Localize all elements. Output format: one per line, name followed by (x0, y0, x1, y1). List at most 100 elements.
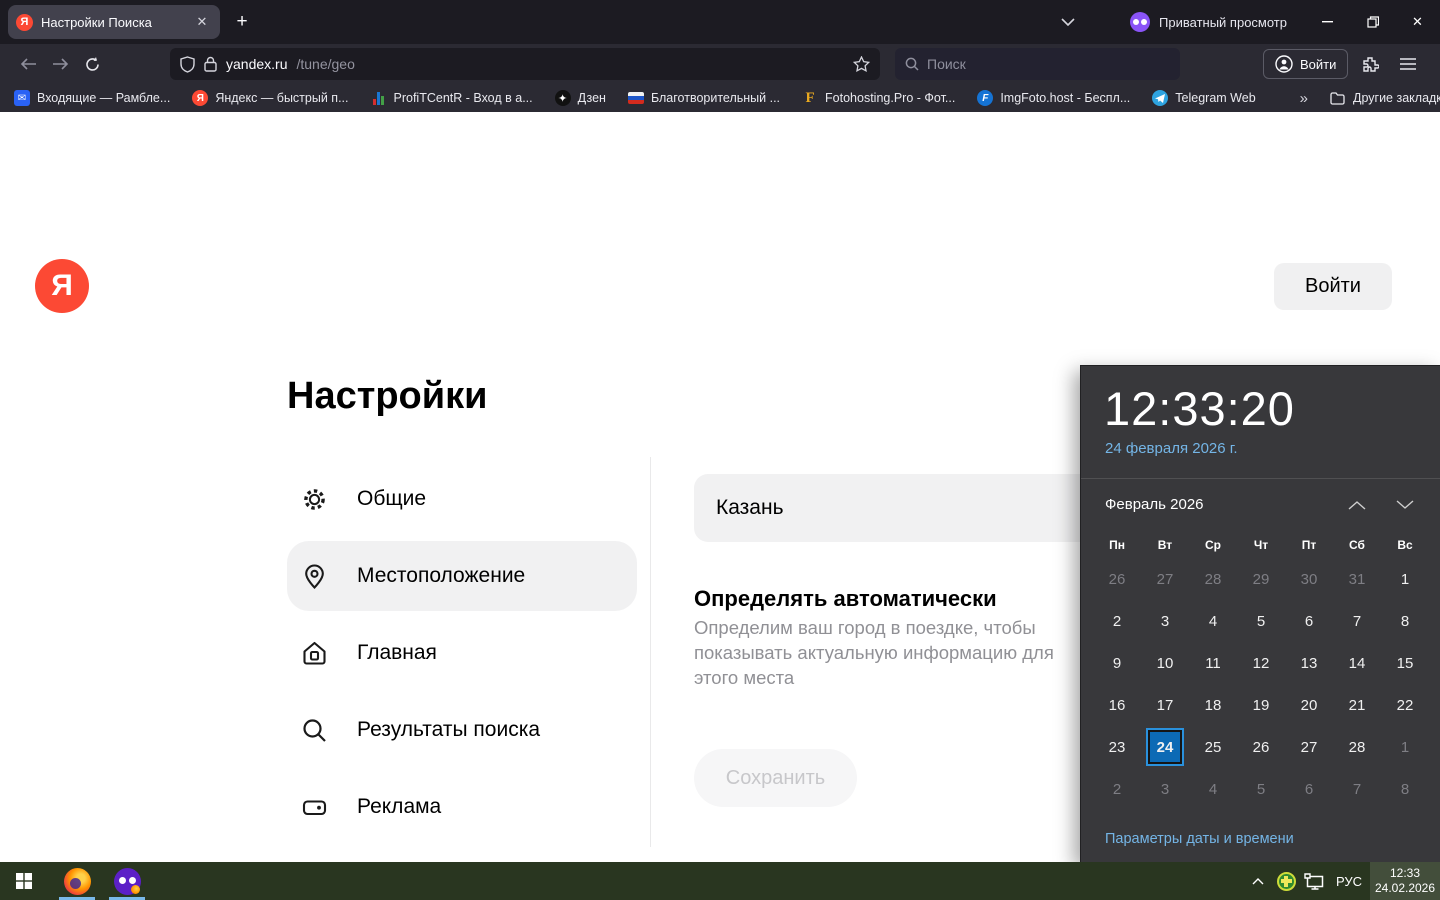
start-button[interactable] (0, 862, 48, 900)
tray-network-icon[interactable] (1300, 862, 1328, 900)
page-signin-button[interactable]: Войти (1274, 263, 1392, 310)
bookmark-item[interactable]: ✦ Дзен (554, 90, 606, 106)
calendar-day[interactable]: 2 (1093, 768, 1141, 810)
flyout-date-link[interactable]: 24 февраля 2026 г. (1105, 440, 1238, 457)
calendar-day[interactable]: 6 (1285, 768, 1333, 810)
calendar-day[interactable]: 13 (1285, 642, 1333, 684)
auto-detect-heading[interactable]: Определять автоматически (694, 586, 997, 612)
calendar-day[interactable]: 28 (1333, 726, 1381, 768)
tray-language-indicator[interactable]: РУС (1328, 862, 1370, 900)
tray-date: 24.02.2026 (1374, 881, 1436, 895)
calendar-day[interactable]: 18 (1189, 684, 1237, 726)
bookmark-item[interactable]: F Fotohosting.Pro - Фот... (802, 90, 955, 106)
calendar-day[interactable]: 26 (1093, 558, 1141, 600)
bookmarks-overflow-chevron-icon[interactable]: » (1300, 90, 1308, 107)
calendar-day[interactable]: 17 (1141, 684, 1189, 726)
calendar-day[interactable]: 26 (1237, 726, 1285, 768)
taskbar-firefox-button[interactable] (56, 862, 98, 900)
calendar-day[interactable]: 16 (1093, 684, 1141, 726)
tray-antivirus-icon[interactable] (1272, 862, 1300, 900)
calendar-day[interactable]: 3 (1141, 600, 1189, 642)
browser-tab[interactable]: Я Настройки Поиска ✕ (8, 5, 220, 39)
sidebar-item-pin[interactable]: Местоположение (287, 541, 637, 611)
lock-icon[interactable] (204, 56, 217, 72)
taskbar-firefox-private-button[interactable] (106, 862, 148, 900)
calendar-day[interactable]: 1 (1381, 558, 1429, 600)
calendar-day[interactable]: 23 (1093, 726, 1141, 768)
calendar-day[interactable]: 7 (1333, 600, 1381, 642)
calendar-day[interactable]: 25 (1189, 726, 1237, 768)
bookmark-star-icon[interactable] (853, 56, 870, 72)
calendar-day[interactable]: 28 (1189, 558, 1237, 600)
calendar-day[interactable]: 21 (1333, 684, 1381, 726)
search-placeholder: Поиск (927, 56, 966, 72)
calendar-day[interactable]: 3 (1141, 768, 1189, 810)
calendar-day-selected[interactable]: 24 (1141, 726, 1189, 768)
calendar-day[interactable]: 5 (1237, 600, 1285, 642)
calendar-prev-month-chevron-icon[interactable] (1342, 494, 1372, 516)
calendar-day[interactable]: 11 (1189, 642, 1237, 684)
calendar-day[interactable]: 30 (1285, 558, 1333, 600)
calendar-day[interactable]: 5 (1237, 768, 1285, 810)
calendar-day[interactable]: 1 (1381, 726, 1429, 768)
calendar-day[interactable]: 31 (1333, 558, 1381, 600)
sidebar-item-home[interactable]: Главная (287, 618, 637, 688)
calendar-day[interactable]: 12 (1237, 642, 1285, 684)
calendar-day[interactable]: 22 (1381, 684, 1429, 726)
calendar-day[interactable]: 8 (1381, 768, 1429, 810)
page-title: Настройки (287, 375, 488, 417)
calendar-day[interactable]: 4 (1189, 600, 1237, 642)
calendar-next-month-chevron-icon[interactable] (1390, 494, 1420, 516)
other-bookmarks-folder[interactable]: Другие закладки (1330, 90, 1440, 106)
bookmark-item[interactable]: Telegram Web (1152, 90, 1256, 106)
search-bar[interactable]: Поиск (895, 48, 1180, 80)
calendar-day[interactable]: 14 (1333, 642, 1381, 684)
bookmark-item[interactable]: ProfiTCentR - Вход в а... (371, 90, 533, 106)
calendar-day[interactable]: 29 (1237, 558, 1285, 600)
calendar-day-grid: 26 27 28 29 30 31 1 2 3 4 5 6 7 8 9 10 11 12 13 14 15 16 17 18 1… (1093, 558, 1429, 810)
tab-close-icon[interactable]: ✕ (192, 12, 212, 32)
extensions-puzzle-icon[interactable] (1354, 48, 1386, 80)
calendar-day[interactable]: 15 (1381, 642, 1429, 684)
sidebar-item-search[interactable]: Результаты поиска (287, 695, 637, 765)
reload-icon[interactable] (76, 48, 108, 80)
bookmark-item[interactable]: ✉ Входящие — Рамбле... (14, 90, 170, 106)
forward-icon[interactable] (44, 48, 76, 80)
date-time-settings-link[interactable]: Параметры даты и времени (1105, 831, 1294, 847)
close-window-button[interactable]: ✕ (1395, 0, 1440, 44)
bookmark-item[interactable]: Благотворительный ... (627, 90, 780, 106)
menu-hamburger-icon[interactable] (1392, 48, 1424, 80)
calendar-day[interactable]: 27 (1285, 726, 1333, 768)
browser-signin-label: Войти (1300, 56, 1337, 72)
bookmark-item[interactable]: F ImgFoto.host - Беспл... (977, 90, 1130, 106)
back-icon[interactable] (12, 48, 44, 80)
bookmark-label: Дзен (577, 91, 606, 105)
calendar-day[interactable]: 6 (1285, 600, 1333, 642)
save-button[interactable]: Сохранить (694, 749, 857, 807)
calendar-day[interactable]: 9 (1093, 642, 1141, 684)
yandex-logo[interactable]: Я (35, 259, 89, 313)
calendar-day[interactable]: 2 (1093, 600, 1141, 642)
url-bar[interactable]: yandex.ru/tune/geo (170, 48, 880, 80)
tracking-shield-icon[interactable] (180, 55, 195, 73)
calendar-day[interactable]: 7 (1333, 768, 1381, 810)
sidebar-item-gear[interactable]: Общие (287, 464, 637, 534)
tray-expand-chevron-icon[interactable] (1244, 862, 1272, 900)
tray-clock[interactable]: 12:33 24.02.2026 (1370, 862, 1440, 900)
bookmark-item[interactable]: Я Яндекс — быстрый п... (192, 90, 349, 106)
browser-signin-button[interactable]: Войти (1263, 49, 1349, 79)
sidebar-item-tag[interactable]: Реклама (287, 772, 637, 842)
sidebar-item-label: Реклама (357, 795, 442, 818)
calendar-day[interactable]: 4 (1189, 768, 1237, 810)
minimize-button[interactable] (1305, 0, 1350, 44)
calendar-day[interactable]: 8 (1381, 600, 1429, 642)
new-tab-button[interactable]: + (226, 6, 258, 38)
calendar-day[interactable]: 27 (1141, 558, 1189, 600)
calendar-day[interactable]: 19 (1237, 684, 1285, 726)
restore-button[interactable] (1350, 0, 1395, 44)
calendar-day[interactable]: 10 (1141, 642, 1189, 684)
bookmarks-bar: ✉ Входящие — Рамбле... Я Яндекс — быстрый п… (0, 84, 1440, 112)
list-all-tabs-chevron-icon[interactable] (1052, 6, 1084, 38)
calendar-day[interactable]: 20 (1285, 684, 1333, 726)
gold-f-icon: F (805, 89, 815, 106)
